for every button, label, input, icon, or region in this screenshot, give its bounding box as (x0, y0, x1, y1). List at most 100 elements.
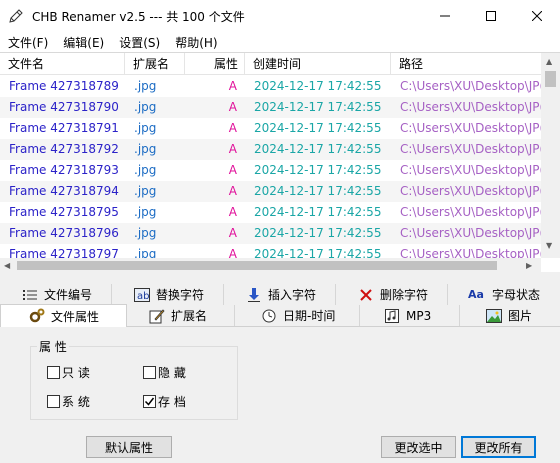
cell-created-time: 2024-12-17 17:42:55 (254, 184, 382, 198)
cell-attribute: A (228, 184, 237, 198)
cell-extension: .jpg (134, 142, 157, 156)
cell-path: C:\Users\XU\Desktop\JP( (400, 205, 541, 219)
table-row[interactable]: Frame 427318794 .jpg A 2024-12-17 17:42:55 C… (0, 181, 541, 202)
cell-path: C:\Users\XU\Desktop\JP( (400, 100, 541, 114)
tab-extension[interactable]: 扩展名 (127, 305, 235, 326)
tab-insert-chars[interactable]: 插入字符 (224, 284, 336, 305)
table-row[interactable]: Frame 427318789 .jpg A 2024-12-17 17:42:55 C… (0, 76, 541, 97)
readonly-check-box[interactable] (47, 366, 60, 379)
hidden-label: 隐 藏 (158, 366, 186, 380)
tab-letter-case[interactable]: Aa 字母状态 (448, 284, 560, 305)
minimize-button[interactable] (422, 0, 468, 32)
cell-path: C:\Users\XU\Desktop\JP( (400, 247, 541, 258)
menu-edit[interactable]: 编辑(E) (55, 34, 111, 51)
tab-label: 文件属性 (51, 309, 100, 324)
scroll-right-icon[interactable]: ▶ (526, 261, 532, 270)
archive-label: 存 档 (158, 395, 186, 409)
file-list[interactable]: 文件名 扩展名 属性 创建时间 路径 Frame 427318789 .jpg A 2… (0, 52, 560, 272)
list-number-icon (22, 287, 38, 303)
menu-file[interactable]: 文件(F) (0, 34, 55, 51)
cell-path: C:\Users\XU\Desktop\JP( (400, 163, 541, 177)
hidden-check-box[interactable] (143, 366, 156, 379)
cell-filename: Frame 427318791 (9, 121, 119, 135)
table-row[interactable]: Frame 427318791 .jpg A 2024-12-17 17:42:55 C… (0, 118, 541, 139)
column-filename[interactable]: 文件名 (0, 53, 125, 75)
menu-settings[interactable]: 设置(S) (111, 34, 167, 51)
maximize-button[interactable] (468, 0, 514, 32)
system-check-box[interactable] (47, 395, 60, 408)
table-row[interactable]: Frame 427318793 .jpg A 2024-12-17 17:42:55 C… (0, 160, 541, 181)
tab-mp3[interactable]: MP3 (360, 305, 460, 326)
cell-filename: Frame 427318795 (9, 205, 119, 219)
system-checkbox[interactable]: 系 统 (47, 393, 90, 410)
picture-icon (486, 308, 502, 324)
tab-file-attributes[interactable]: 文件属性 (0, 304, 127, 327)
cell-filename: Frame 427318789 (9, 79, 119, 93)
tab-label: 扩展名 (171, 309, 208, 323)
tab-label: 文件编号 (44, 288, 93, 302)
readonly-checkbox[interactable]: 只 读 (47, 364, 90, 381)
tab-delete-chars[interactable]: 删除字符 (336, 284, 448, 305)
cell-extension: .jpg (134, 247, 157, 258)
horizontal-scrollbar[interactable]: ◀ ▶ (0, 258, 541, 272)
tab-replace-chars[interactable]: ab 替换字符 (112, 284, 224, 305)
tab-label: 图片 (508, 309, 533, 323)
close-button[interactable] (514, 0, 560, 32)
vertical-scroll-thumb[interactable] (545, 71, 556, 87)
tab-label: 删除字符 (380, 288, 429, 302)
column-created-time[interactable]: 创建时间 (245, 53, 391, 75)
cell-filename: Frame 427318793 (9, 163, 119, 177)
table-row[interactable]: Frame 427318796 .jpg A 2024-12-17 17:42:55 C… (0, 223, 541, 244)
table-row[interactable]: Frame 427318797 .jpg A 2024-12-17 17:42:55 C… (0, 244, 541, 258)
cell-extension: .jpg (134, 121, 157, 135)
tab-label: 日期-时间 (283, 309, 336, 323)
column-path[interactable]: 路径 (391, 53, 541, 75)
column-extension[interactable]: 扩展名 (125, 53, 185, 75)
cell-extension: .jpg (134, 79, 157, 93)
tab-picture[interactable]: 图片 (460, 305, 560, 326)
tab-label: 字母状态 (492, 288, 541, 302)
list-header: 文件名 扩展名 属性 创建时间 路径 (0, 53, 541, 75)
cell-extension: .jpg (134, 100, 157, 114)
music-note-icon (384, 308, 400, 324)
attributes-group-title: 属 性 (37, 338, 69, 355)
column-attribute[interactable]: 属性 (185, 53, 245, 75)
cell-created-time: 2024-12-17 17:42:55 (254, 142, 382, 156)
archive-check-box[interactable] (143, 395, 156, 408)
cell-filename: Frame 427318796 (9, 226, 119, 240)
vertical-scrollbar[interactable]: ▲ ▼ (541, 53, 560, 258)
horizontal-scroll-thumb[interactable] (17, 261, 497, 270)
archive-checkbox[interactable]: 存 档 (143, 393, 186, 410)
close-icon (532, 11, 542, 21)
hidden-checkbox[interactable]: 隐 藏 (143, 364, 186, 381)
cell-attribute: A (228, 163, 237, 177)
change-all-button[interactable]: 更改所有 (461, 436, 536, 458)
menu-help[interactable]: 帮助(H) (167, 34, 224, 51)
change-selected-button[interactable]: 更改选中 (381, 436, 456, 458)
cell-path: C:\Users\XU\Desktop\JP( (400, 121, 541, 135)
default-attributes-button[interactable]: 默认属性 (86, 436, 172, 458)
scroll-left-icon[interactable]: ◀ (4, 261, 10, 270)
cell-path: C:\Users\XU\Desktop\JP( (400, 79, 541, 93)
cell-filename: Frame 427318792 (9, 142, 119, 156)
scroll-up-icon[interactable]: ▲ (546, 57, 552, 66)
table-row[interactable]: Frame 427318795 .jpg A 2024-12-17 17:42:55 C… (0, 202, 541, 223)
cell-filename: Frame 427318790 (9, 100, 119, 114)
tab-date-time[interactable]: 日期-时间 (235, 305, 360, 326)
app-pencil-icon (8, 8, 24, 24)
cell-path: C:\Users\XU\Desktop\JP( (400, 226, 541, 240)
table-row[interactable]: Frame 427318790 .jpg A 2024-12-17 17:42:55 C… (0, 97, 541, 118)
menu-bar: 文件(F) 编辑(E) 设置(S) 帮助(H) (0, 32, 560, 52)
cell-created-time: 2024-12-17 17:42:55 (254, 205, 382, 219)
readonly-label: 只 读 (62, 366, 90, 380)
maximize-icon (486, 11, 496, 21)
cell-attribute: A (228, 247, 237, 258)
minimize-icon (440, 15, 450, 17)
tab-file-numbering[interactable]: 文件编号 (0, 284, 112, 305)
table-row[interactable]: Frame 427318792 .jpg A 2024-12-17 17:42:55 C… (0, 139, 541, 160)
checkmark-icon (144, 397, 155, 406)
tab-label: 替换字符 (156, 288, 205, 302)
tab-row-top: 文件编号 ab 替换字符 插入字符 删除字符 Aa 字母状态 (0, 284, 560, 305)
scroll-down-icon[interactable]: ▼ (546, 241, 552, 250)
list-rows: Frame 427318789 .jpg A 2024-12-17 17:42:55 C… (0, 76, 541, 258)
